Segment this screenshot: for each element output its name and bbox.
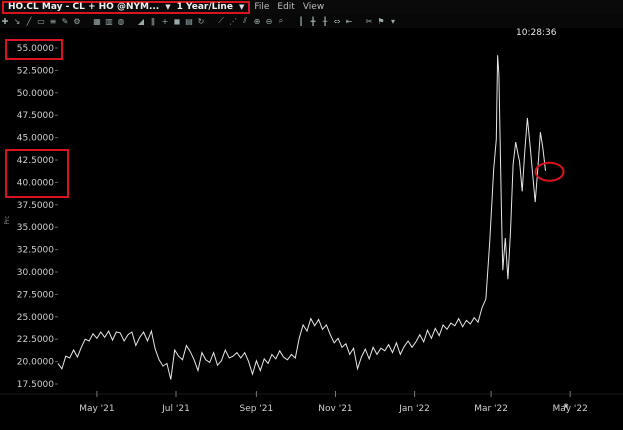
y-tick-label: 17.5000	[17, 380, 54, 390]
y-tick-label: 22.5000	[17, 335, 54, 345]
y-tick-label: 25.0000	[17, 313, 54, 323]
price-chart[interactable]: 10:28:36 55.0000 52.5000 50.0000 47.5000 45.…	[0, 28, 623, 430]
table-icon[interactable]: ▤	[184, 17, 194, 26]
menu-file[interactable]: File	[254, 2, 269, 12]
y-tick-label: 50.0000	[17, 89, 54, 99]
title-bar: HO.CL May - CL + HO @NYM... ▼ 1 Year/Lin…	[0, 0, 623, 14]
series-layer	[57, 55, 546, 380]
rectangle-icon[interactable]: ▭	[36, 17, 46, 26]
chart-area[interactable]: 10:28:36 55.0000 52.5000 50.0000 47.5000 45.…	[0, 28, 623, 430]
candle-icon[interactable]: ▥	[104, 17, 114, 26]
y-tick-label: 35.0000	[17, 223, 54, 233]
zoom-in-icon[interactable]: ⊕	[252, 17, 262, 26]
arrow-icon[interactable]: ↘	[12, 17, 22, 26]
highlight-circle-last-price	[534, 161, 565, 182]
crosshair-icon[interactable]: ✚	[0, 17, 10, 26]
timeframe-label[interactable]: 1 Year/Line	[177, 2, 233, 12]
y-tick-label: 40.0000	[17, 178, 54, 188]
y-tick-label: 30.0000	[17, 268, 54, 278]
menu-edit[interactable]: Edit	[277, 2, 294, 12]
line-tool-icon[interactable]: ╱	[24, 17, 34, 26]
magnify-icon[interactable]: ⌕	[276, 16, 286, 26]
y-tick-label: 27.5000	[17, 290, 54, 300]
x-tick-label: May '21	[79, 404, 114, 414]
y-tick-label: 45.0000	[17, 134, 54, 144]
y-tick-label: 42.5000	[17, 156, 54, 166]
x-tick-label: Nov '21	[318, 404, 352, 414]
y-tick-label: 55.0000	[17, 44, 54, 54]
y-tick-label: 20.0000	[17, 358, 54, 368]
fit-icon[interactable]: ⇔	[332, 17, 342, 26]
x-tick-label: Jan '22	[398, 404, 430, 414]
x-tick-label: May '22	[552, 404, 587, 414]
menu-view[interactable]: View	[303, 2, 324, 12]
flag-icon[interactable]: ⚑	[376, 17, 386, 26]
bar-chart-icon[interactable]: ▦	[92, 17, 102, 26]
bar-narrow-icon[interactable]: ╋	[308, 17, 318, 26]
price-line	[57, 55, 546, 380]
add-icon[interactable]: +	[160, 17, 170, 26]
menu-bar: File Edit View	[254, 2, 324, 12]
chart-title-selector[interactable]: HO.CL May - CL + HO @NYM... ▼ 1 Year/Lin…	[2, 0, 251, 14]
bar-width-icon[interactable]: ┃	[296, 17, 306, 26]
cursor-icon[interactable]: ◢	[136, 17, 146, 26]
scroll-icon[interactable]: ⇤	[344, 17, 354, 26]
chevron-down-icon[interactable]: ▼	[239, 3, 244, 11]
annotations: ⁕	[5, 39, 570, 412]
x-tick-label: Mar '22	[474, 404, 508, 414]
fib-icon[interactable]: ≡	[48, 17, 58, 26]
scroll-marker-icon[interactable]: ⁕	[562, 402, 570, 412]
chevron-down-icon[interactable]: ▼	[165, 3, 170, 11]
tools-icon[interactable]: ✂	[364, 17, 374, 26]
clock-time: 10:28:36	[516, 28, 557, 38]
channel-icon[interactable]: ⫽	[240, 16, 250, 26]
settings-icon[interactable]: ◍	[116, 17, 126, 26]
multi-line-icon[interactable]: ⋰	[228, 17, 238, 26]
arrow-down-icon[interactable]: ▾	[388, 17, 398, 26]
color-icon[interactable]: ◼	[172, 17, 182, 26]
toolbar: ✚ ↘ ╱ ▭ ≡ ✎ ⚙ ▦ ▥ ◍ ◢ ǁ + ◼ ▤ ↻ ⟋ ⋰ ⫽ ⊕ …	[0, 14, 623, 28]
bars-icon[interactable]: ǁ	[148, 17, 158, 26]
y-tick-label: 52.5000	[17, 66, 54, 76]
symbol-label[interactable]: HO.CL May - CL + HO @NYM...	[8, 2, 159, 12]
draw-icon[interactable]: ✎	[60, 17, 70, 26]
y-tick-label: 47.5000	[17, 111, 54, 121]
trend-icon[interactable]: ⟋	[216, 16, 226, 26]
y-axis: 55.0000 52.5000 50.0000 47.5000 45.0000 42.50…	[17, 44, 58, 390]
x-tick-label: Jul '21	[161, 404, 190, 414]
bar-wide-icon[interactable]: ╂	[320, 17, 330, 26]
y-tick-label: 37.5000	[17, 201, 54, 211]
y-axis-label: Prc	[4, 215, 11, 224]
gear-icon[interactable]: ⚙	[72, 17, 82, 26]
x-axis: May '21 Jul '21 Sep '21 Nov '21 Jan '22 Mar '…	[0, 391, 623, 414]
zoom-out-icon[interactable]: ⊖	[264, 17, 274, 26]
refresh-icon[interactable]: ↻	[196, 17, 206, 26]
x-tick-label: Sep '21	[240, 404, 274, 414]
y-tick-label: 32.5000	[17, 246, 54, 256]
